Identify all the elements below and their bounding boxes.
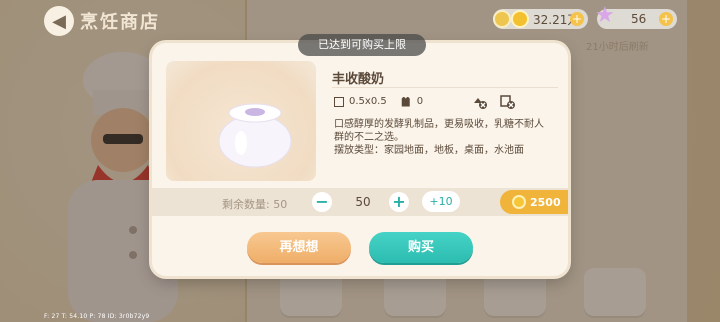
add-stars-icon[interactable]: + — [659, 12, 673, 26]
grid-size-icon — [334, 96, 344, 107]
price-value: 2500 — [530, 195, 561, 209]
page-title: 烹饪商店 — [80, 12, 160, 33]
owned-count-icon — [401, 96, 410, 107]
count-value: 0 — [416, 96, 424, 107]
buy-button[interactable]: 购买 — [369, 232, 473, 263]
item-thumbnail — [166, 61, 316, 181]
remaining-quantity: 剩余数量: 50 — [222, 198, 288, 211]
description-line: 群的不二之选。 — [334, 132, 404, 143]
no-item-icon — [500, 95, 515, 109]
increase-button[interactable]: + — [389, 192, 409, 212]
add-coins-icon[interactable]: + — [570, 12, 584, 26]
coin-icon — [493, 10, 511, 28]
description-line: 摆放类型：家园地面，地板，桌面，水池面 — [334, 145, 524, 156]
size-value: 0.5x0.5 — [349, 96, 387, 107]
description-line: 口感醇厚的发酵乳制品，更易吸收，乳糖不耐人 — [334, 119, 544, 130]
price-tag: 2500 — [500, 190, 568, 214]
yogurt-jar-icon — [218, 103, 292, 168]
quantity-bar: 剩余数量: 50 − 50 + +10 2500 — [152, 188, 568, 216]
debug-info: F: 27 T: 54.10 P: 78 ID: 3r0b72y9 — [44, 313, 150, 320]
no-pet-icon — [474, 98, 487, 109]
back-arrow-icon[interactable]: ◀ — [44, 6, 74, 36]
star-value: 56 — [631, 12, 647, 26]
coin-icon — [512, 195, 526, 209]
cancel-button[interactable]: 再想想 — [247, 232, 351, 263]
item-description: 口感醇厚的发酵乳制品，更易吸收，乳糖不耐人 群的不二之选。 摆放类型：家园地面，… — [334, 118, 560, 157]
limit-reached-toast: 已达到可购买上限 — [298, 34, 426, 56]
divider — [332, 87, 558, 88]
purchase-dialog: 丰收酸奶 0.5x0.5 0 口感醇厚的发酵乳制品，更易吸收，乳糖不耐人 群的不… — [152, 43, 568, 276]
plus10-button[interactable]: +10 — [422, 191, 460, 212]
header: ◀ 烹饪商店 — [44, 6, 160, 36]
quantity-input[interactable]: 50 — [348, 195, 378, 209]
item-name: 丰收酸奶 — [332, 72, 385, 87]
decrease-button[interactable]: − — [312, 192, 332, 212]
star-icon: ★ — [595, 3, 615, 28]
coin-balance[interactable]: 32.21万 + — [493, 9, 588, 29]
item-stats: 0.5x0.5 0 — [334, 96, 423, 107]
coin-icon — [511, 10, 529, 28]
star-balance[interactable]: ★ 56 + — [595, 3, 677, 29]
